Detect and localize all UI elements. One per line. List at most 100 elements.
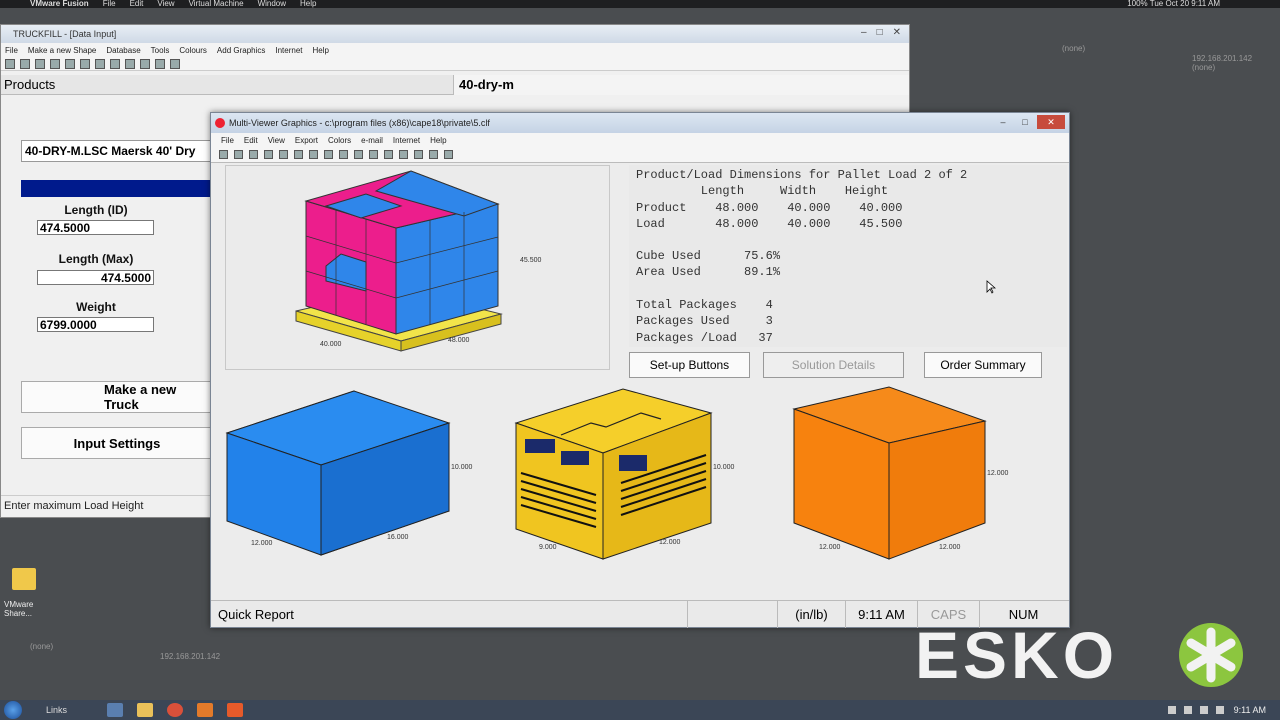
mac-menu-file[interactable]: File bbox=[103, 0, 116, 8]
tray-icon[interactable] bbox=[1200, 706, 1208, 714]
quick-report-label[interactable]: Quick Report bbox=[211, 607, 687, 622]
order-summary-button[interactable]: Order Summary bbox=[924, 352, 1042, 378]
mac-menu-virtual-machine[interactable]: Virtual Machine bbox=[189, 0, 244, 8]
menu-colours[interactable]: Colours bbox=[179, 46, 207, 55]
tool-icon[interactable] bbox=[140, 58, 150, 69]
folder-icon[interactable] bbox=[12, 568, 36, 590]
menu-export[interactable]: Export bbox=[295, 136, 318, 145]
close-icon[interactable]: ✕ bbox=[1037, 115, 1065, 129]
save-icon[interactable] bbox=[50, 58, 60, 69]
menu-file[interactable]: File bbox=[5, 46, 18, 55]
length-max-label: Length (Max) bbox=[58, 252, 134, 266]
solution-details-button[interactable]: Solution Details bbox=[763, 352, 904, 378]
truckfill-titlebar[interactable]: TRUCKFILL - [Data Input] – □ ✕ bbox=[1, 25, 909, 43]
pdf2-icon[interactable] bbox=[429, 150, 438, 159]
truckfill-header: Products 40-dry-m bbox=[1, 75, 909, 95]
dims-packages-used: Packages Used 3 bbox=[636, 314, 773, 328]
cape-icon[interactable] bbox=[444, 150, 453, 159]
open-folder-icon[interactable] bbox=[35, 58, 45, 69]
preview-icon[interactable] bbox=[95, 58, 105, 69]
menu-make-new-shape[interactable]: Make a new Shape bbox=[28, 46, 97, 55]
length-id-field[interactable]: 474.5000 bbox=[37, 220, 154, 235]
save-as-icon[interactable] bbox=[65, 58, 75, 69]
maximize-icon[interactable]: □ bbox=[877, 27, 883, 38]
save-icon[interactable] bbox=[234, 150, 243, 159]
menu-email[interactable]: e-mail bbox=[361, 136, 383, 145]
mac-menu-edit[interactable]: Edit bbox=[130, 0, 144, 8]
maximize-icon[interactable]: □ bbox=[1015, 115, 1035, 129]
start-button-icon[interactable] bbox=[4, 701, 22, 719]
weight-field[interactable]: 6799.0000 bbox=[37, 317, 154, 332]
taskbar-app-icon[interactable] bbox=[107, 703, 124, 717]
menu-edit[interactable]: Edit bbox=[244, 136, 258, 145]
help-icon[interactable] bbox=[155, 58, 165, 69]
graph-icon[interactable] bbox=[125, 58, 135, 69]
pdf-icon[interactable] bbox=[414, 150, 423, 159]
menu-file[interactable]: File bbox=[221, 136, 234, 145]
mac-menu-window[interactable]: Window bbox=[258, 0, 286, 8]
menu-internet[interactable]: Internet bbox=[275, 46, 302, 55]
back-icon[interactable] bbox=[219, 150, 228, 159]
yellow-left-label: 9.000 bbox=[539, 544, 557, 551]
desktop-label: 192.168.201.142 bbox=[160, 652, 221, 661]
taskbar-folder-icon[interactable] bbox=[137, 703, 154, 717]
window-title: Multi-Viewer Graphics - c:\program files… bbox=[229, 118, 490, 128]
make-new-truck-button[interactable]: Make a new Truck bbox=[21, 381, 213, 413]
arrow-right-icon[interactable] bbox=[369, 150, 378, 159]
minimize-icon[interactable]: – bbox=[993, 115, 1013, 129]
menu-view[interactable]: View bbox=[268, 136, 285, 145]
orange-package[interactable]: 12.000 12.000 12.000 bbox=[792, 386, 1009, 560]
copy-icon[interactable] bbox=[294, 150, 303, 159]
menu-tools[interactable]: Tools bbox=[151, 46, 170, 55]
menu-database[interactable]: Database bbox=[106, 46, 140, 55]
dims-cube-used: Cube Used 75.6% bbox=[636, 249, 781, 263]
new-file-icon[interactable] bbox=[20, 58, 30, 69]
menu-colors[interactable]: Colors bbox=[328, 136, 351, 145]
print-icon[interactable] bbox=[249, 150, 258, 159]
arrow-left-icon[interactable] bbox=[354, 150, 363, 159]
minimize-icon[interactable]: – bbox=[861, 27, 867, 38]
desktop-label: (none) bbox=[1192, 63, 1216, 72]
grid-icon[interactable] bbox=[399, 150, 408, 159]
setup-buttons-button[interactable]: Set-up Buttons bbox=[629, 352, 750, 378]
taskbar-chrome-icon[interactable] bbox=[167, 703, 184, 717]
grid-icon[interactable] bbox=[170, 58, 180, 69]
back-icon[interactable] bbox=[5, 58, 15, 69]
multiviewer-titlebar[interactable]: Multi-Viewer Graphics - c:\program files… bbox=[211, 113, 1069, 133]
product-name-field[interactable]: 40-DRY-M.LSC Maersk 40' Dry bbox=[21, 140, 221, 162]
desktop-label: (none) bbox=[30, 642, 54, 651]
taskbar-clock[interactable]: 9:11 AM bbox=[1234, 705, 1266, 715]
mac-menu-help[interactable]: Help bbox=[300, 0, 316, 8]
menu-internet[interactable]: Internet bbox=[393, 136, 420, 145]
preview-icon[interactable] bbox=[264, 150, 273, 159]
input-settings-button[interactable]: Input Settings bbox=[21, 427, 213, 459]
truckfill-menubar: File Make a new Shape Database Tools Col… bbox=[1, 43, 909, 57]
yellow-right-label: 12.000 bbox=[659, 539, 681, 546]
cut-icon[interactable] bbox=[279, 150, 288, 159]
links-toolbar[interactable]: Links bbox=[46, 705, 67, 715]
tray-icon[interactable] bbox=[1168, 706, 1176, 714]
zoom-icon[interactable] bbox=[339, 150, 348, 159]
menu-help[interactable]: Help bbox=[430, 136, 446, 145]
yellow-package[interactable]: 10.000 9.000 12.000 bbox=[514, 388, 735, 560]
taskbar-multiviewer-icon[interactable] bbox=[227, 703, 244, 717]
dims-product-row: Product 48.000 40.000 40.000 bbox=[636, 201, 903, 215]
taskbar-truckfill-icon[interactable] bbox=[197, 703, 214, 717]
close-icon[interactable]: ✕ bbox=[893, 27, 901, 38]
settings-icon[interactable] bbox=[110, 58, 120, 69]
mac-menu-view[interactable]: View bbox=[157, 0, 174, 8]
blue-height-label: 10.000 bbox=[451, 464, 473, 471]
tray-icon[interactable] bbox=[1184, 706, 1192, 714]
mac-app-name[interactable]: VMware Fusion bbox=[30, 0, 89, 8]
tray-icon[interactable] bbox=[1216, 706, 1224, 714]
print-icon[interactable] bbox=[80, 58, 90, 69]
blue-right-label: 16.000 bbox=[387, 534, 409, 541]
length-max-field[interactable]: 474.5000 bbox=[37, 270, 154, 285]
paste-icon[interactable] bbox=[324, 150, 333, 159]
menu-add-graphics[interactable]: Add Graphics bbox=[217, 46, 265, 55]
blue-package[interactable]: 10.000 12.000 16.000 bbox=[225, 390, 473, 556]
pallet-view[interactable]: 45.500 40.000 48.000 bbox=[225, 165, 610, 370]
bmp-icon[interactable] bbox=[384, 150, 393, 159]
menu-help[interactable]: Help bbox=[313, 46, 329, 55]
image-icon[interactable] bbox=[309, 150, 318, 159]
